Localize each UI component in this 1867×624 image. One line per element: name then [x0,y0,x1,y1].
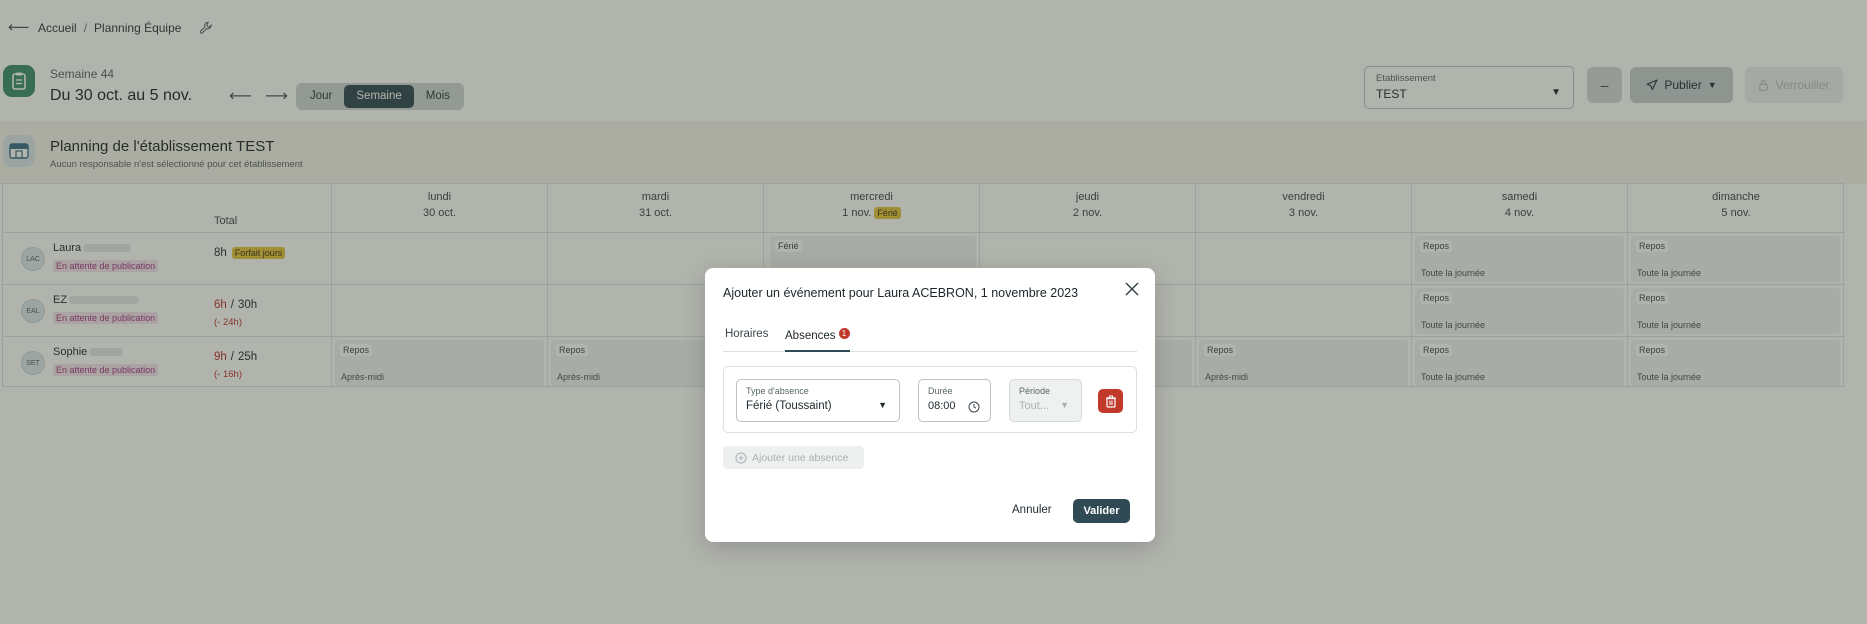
duration-value: 08:00 [928,400,956,412]
absence-entry: Type d'absence Férié (Toussaint) ▼ Durée… [723,366,1137,433]
absence-type-label: Type d'absence [746,386,809,396]
period-select[interactable]: Période Tout... ▼ [1009,379,1082,422]
cancel-button[interactable]: Annuler [1012,504,1052,516]
dialog-tabs: Horaires Absences 1 [723,328,1137,352]
dialog-title: Ajouter un événement pour Laura ACEBRON,… [723,286,1079,300]
delete-absence-button[interactable] [1098,389,1123,413]
plus-circle-icon [735,452,747,463]
tab-horaires[interactable]: Horaires [725,328,768,352]
absence-type-value: Férié (Toussaint) [746,400,832,412]
trash-icon [1105,395,1116,408]
tab-absences[interactable]: Absences 1 [785,328,850,352]
absences-count-badge: 1 [838,328,850,339]
duration-label: Durée [928,386,953,396]
close-icon[interactable] [1123,280,1141,298]
caret-down-icon: ▼ [1060,400,1069,410]
caret-down-icon: ▼ [878,400,887,410]
absence-type-select[interactable]: Type d'absence Férié (Toussaint) ▼ [736,379,900,422]
tab-absences-label: Absences [785,330,836,342]
period-value: Tout... [1019,400,1049,412]
add-absence-button[interactable]: Ajouter une absence [723,446,864,469]
add-absence-label: Ajouter une absence [752,451,849,464]
period-label: Période [1019,386,1051,396]
duration-field[interactable]: Durée 08:00 [918,379,991,422]
clock-icon [968,401,980,413]
add-event-dialog: Ajouter un événement pour Laura ACEBRON,… [705,268,1155,542]
validate-button[interactable]: Valider [1073,499,1130,523]
